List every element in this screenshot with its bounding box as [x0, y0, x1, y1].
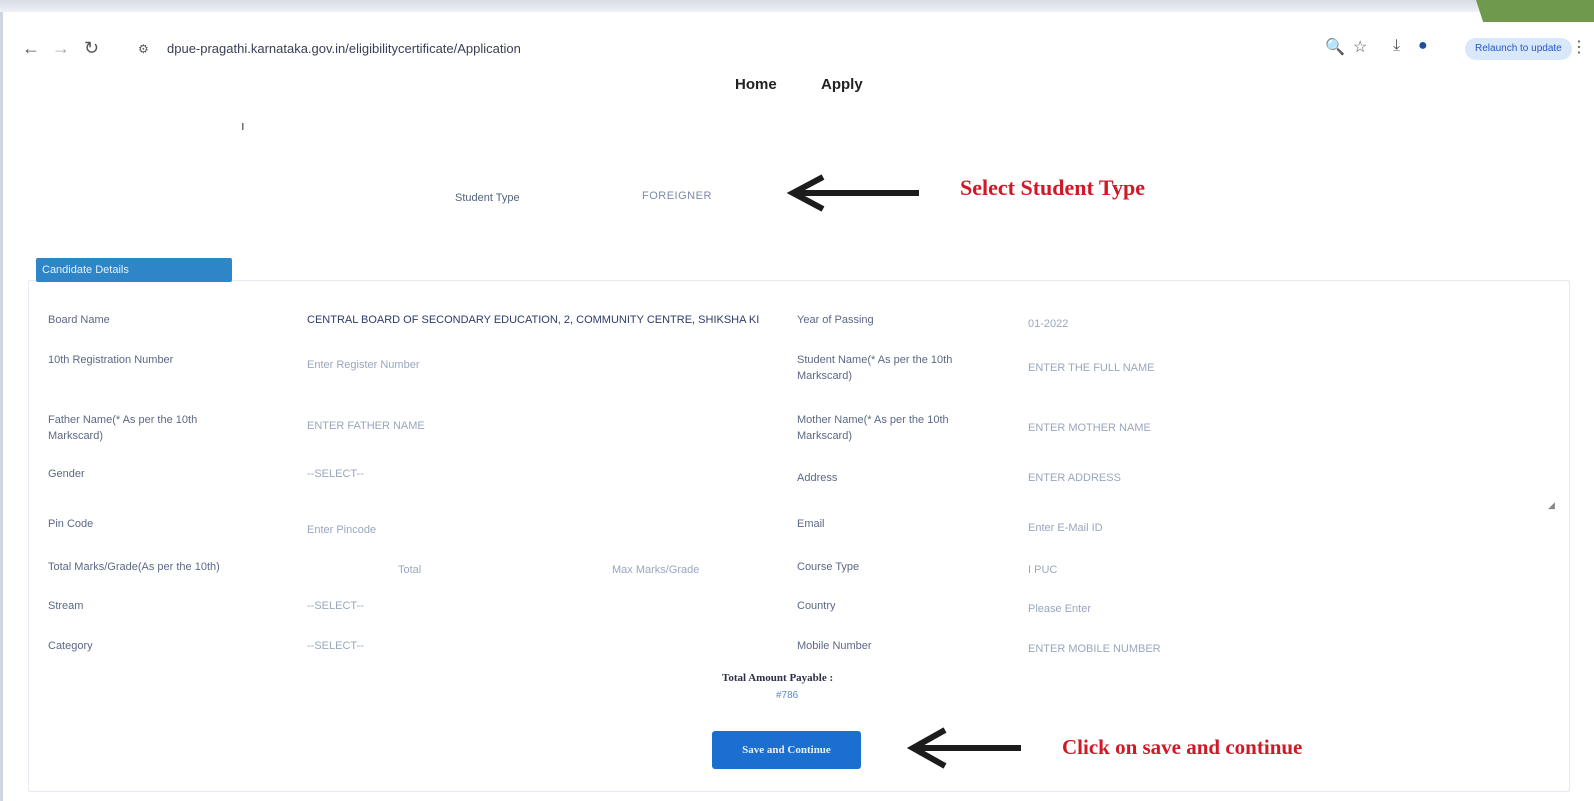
bookmark-star-icon[interactable]: ☆ [1353, 37, 1367, 57]
browser-address-bar: ← → ↻ ⚙ dpue-pragathi.karnataka.gov.in/e… [0, 30, 1594, 66]
email-input[interactable]: Enter E-Mail ID [1028, 520, 1103, 536]
annotation-select-student-type: Select Student Type [960, 175, 1145, 200]
window-top-strip [0, 0, 1594, 12]
student-type-label: Student Type [455, 192, 520, 204]
more-menu-icon[interactable]: ⋮ [1571, 37, 1587, 57]
stream-select[interactable]: --SELECT-- [307, 598, 364, 614]
site-navigation: Home Apply [0, 76, 1594, 100]
category-select[interactable]: --SELECT-- [307, 638, 364, 654]
relaunch-button[interactable]: Relaunch to update [1465, 38, 1572, 60]
mobile-number-input[interactable]: ENTER MOBILE NUMBER [1028, 641, 1161, 657]
profile-icon[interactable]: ● [1418, 37, 1428, 55]
candidate-details-header: Candidate Details [36, 258, 232, 282]
window-left-edge [0, 12, 3, 801]
course-type-label: Course Type [797, 561, 860, 573]
category-label: Category [48, 640, 93, 652]
board-name-label: Board Name [48, 314, 110, 326]
father-name-input[interactable]: ENTER FATHER NAME [307, 418, 425, 434]
resize-handle-icon[interactable]: ◢ [1548, 500, 1555, 511]
arrow-left-icon [786, 174, 919, 212]
background-green-corner [1476, 0, 1594, 22]
nav-apply-link[interactable]: Apply [821, 76, 863, 93]
zoom-icon[interactable]: 🔍 [1325, 37, 1345, 57]
registration-number-input[interactable]: Enter Register Number [307, 357, 420, 373]
mother-name-label: Mother Name(* As per the 10th Markscard) [797, 414, 949, 442]
stream-label: Stream [48, 600, 84, 612]
annotation-click-save: Click on save and continue [1062, 735, 1303, 759]
reload-icon[interactable]: ↻ [84, 38, 99, 59]
max-marks-input[interactable]: Max Marks/Grade [612, 562, 699, 578]
registration-number-label: 10th Registration Number [48, 354, 174, 366]
pin-code-input[interactable]: Enter Pincode [307, 522, 376, 538]
address-label: Address [797, 472, 838, 484]
download-icon[interactable]: ⤓ [1393, 37, 1400, 55]
year-of-passing-input[interactable]: 01-2022 [1028, 316, 1068, 332]
arrow-left-icon [906, 727, 1021, 769]
total-amount-label: Total Amount Payable : [722, 672, 834, 684]
back-arrow-icon[interactable]: ← [22, 38, 40, 59]
save-and-continue-button[interactable]: Save and Continue [712, 731, 861, 769]
nav-home-link[interactable]: Home [735, 76, 777, 93]
course-type-select[interactable]: I PUC [1028, 562, 1057, 578]
total-amount-value: #786 [776, 690, 799, 701]
url-text[interactable]: dpue-pragathi.karnataka.gov.in/eligibili… [167, 41, 521, 56]
student-name-label: Student Name(* As per the 10th Markscard… [797, 354, 953, 382]
student-name-input[interactable]: ENTER THE FULL NAME [1028, 360, 1155, 376]
country-label: Country [797, 600, 836, 612]
country-input[interactable]: Please Enter [1028, 601, 1091, 617]
father-name-label: Father Name(* As per the 10th Markscard) [48, 414, 198, 442]
stray-mark: ı [241, 118, 245, 133]
gender-select[interactable]: --SELECT-- [307, 466, 364, 482]
total-marks-input[interactable]: Total [398, 562, 421, 578]
board-name-select[interactable]: CENTRAL BOARD OF SECONDARY EDUCATION, 2,… [307, 312, 759, 328]
forward-arrow-icon[interactable]: → [52, 38, 70, 59]
address-input[interactable]: ENTER ADDRESS [1028, 470, 1121, 486]
mother-name-input[interactable]: ENTER MOTHER NAME [1028, 420, 1151, 436]
email-label: Email [797, 518, 825, 530]
mobile-number-label: Mobile Number [797, 640, 872, 652]
gender-label: Gender [48, 468, 85, 480]
year-of-passing-label: Year of Passing [797, 314, 874, 326]
student-type-select[interactable]: FOREIGNER [642, 190, 712, 202]
total-marks-label: Total Marks/Grade(As per the 10th) [48, 561, 220, 573]
pin-code-label: Pin Code [48, 518, 94, 530]
site-info-icon[interactable]: ⚙ [138, 42, 149, 56]
